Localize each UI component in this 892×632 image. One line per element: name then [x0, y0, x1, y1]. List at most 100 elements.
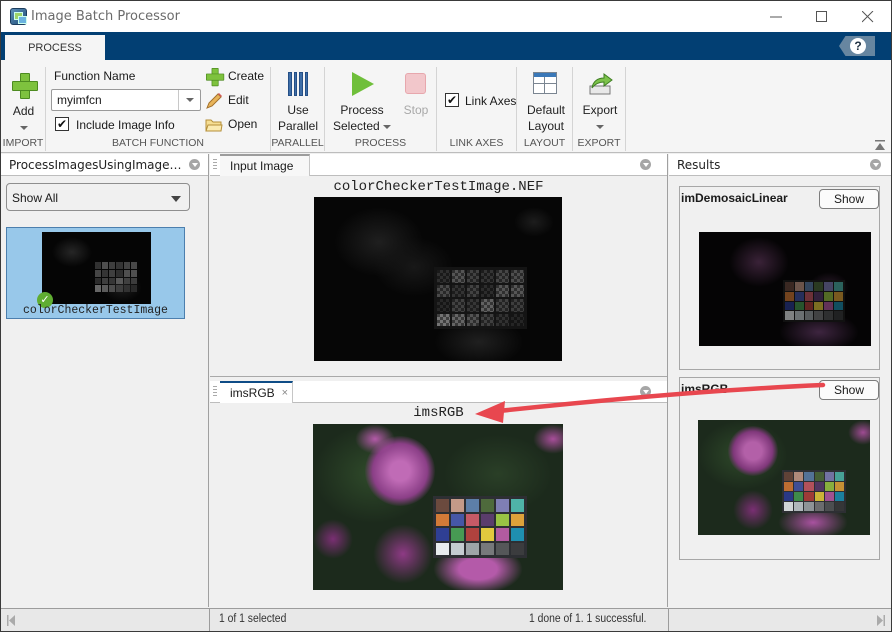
checker-patch: [784, 502, 794, 511]
export-icon: [589, 73, 613, 95]
filter-value: Show All: [12, 191, 59, 205]
group-import: Add IMPORT: [1, 67, 46, 151]
close-button[interactable]: [845, 1, 891, 32]
default-layout-label-2: Layout: [527, 119, 565, 133]
checker-patch: [102, 285, 109, 292]
first-page-icon[interactable]: [7, 615, 15, 626]
checker-patch: [436, 528, 449, 541]
pane-menu-icon[interactable]: [640, 159, 651, 170]
checker-patch: [804, 291, 814, 301]
tab-process[interactable]: PROCESS: [5, 35, 105, 61]
process-selected-button[interactable]: Process Selected: [329, 102, 395, 134]
checker-patch: [466, 528, 479, 541]
minimize-button[interactable]: [753, 1, 799, 32]
checker-patch: [451, 313, 465, 326]
create-plus-icon: [206, 68, 225, 87]
function-name-dropdown[interactable]: [178, 90, 200, 110]
stop-button[interactable]: Stop: [399, 102, 433, 118]
checker-patch: [784, 482, 794, 491]
tab-input-image[interactable]: Input Image: [220, 154, 310, 176]
drag-handle-icon[interactable]: [213, 386, 217, 397]
checker-patch: [437, 299, 450, 312]
function-name-combobox[interactable]: myimfcn: [51, 89, 201, 111]
tab-imsrgb[interactable]: imsRGB ×: [220, 381, 293, 403]
checker-patch: [814, 291, 824, 301]
checker-patch: [95, 269, 102, 277]
checker-patch: [451, 270, 465, 283]
checker-patch: [481, 542, 494, 555]
image-thumbnail-item[interactable]: ✓ colorCheckerTestImage: [6, 227, 185, 319]
chevron-down-icon: [19, 125, 28, 130]
layout-icon-divider: [533, 83, 557, 84]
checker-patch: [437, 313, 450, 326]
checker-patch: [804, 472, 814, 481]
create-button[interactable]: Create: [205, 68, 267, 87]
input-image[interactable]: [314, 197, 562, 361]
collapse-ribbon-icon[interactable]: [875, 140, 885, 150]
export-button[interactable]: Export: [575, 102, 625, 134]
checker-patch: [834, 472, 844, 481]
thumbnail-image: [42, 232, 151, 304]
stop-icon: [405, 73, 426, 94]
help-button[interactable]: ?: [839, 36, 875, 56]
pane-menu-icon[interactable]: [640, 386, 651, 397]
checker-patch: [511, 528, 524, 541]
edit-button[interactable]: Edit: [205, 92, 267, 110]
process-label-2: Selected: [332, 119, 380, 133]
checker-patch: [496, 528, 509, 541]
default-layout-button[interactable]: Default Layout: [519, 102, 573, 134]
close-icon: [862, 10, 874, 22]
imsrgb-tabbar: imsRGB ×: [210, 381, 667, 403]
checker-patch: [130, 262, 137, 269]
checker-patch: [785, 282, 794, 291]
checker-patch: [814, 301, 824, 311]
checker-patch: [794, 492, 804, 501]
open-button[interactable]: Open: [205, 116, 267, 134]
use-parallel-button[interactable]: Use Parallel: [273, 102, 323, 134]
checker-patch: [109, 285, 116, 292]
panel-menu-icon[interactable]: [870, 159, 881, 170]
imsrgb-image[interactable]: [313, 424, 563, 590]
checker-patch: [116, 285, 123, 292]
checker-patch: [496, 313, 510, 326]
checker-patch: [804, 311, 814, 320]
checker-patch: [784, 472, 794, 481]
chevron-down-icon: [185, 98, 194, 102]
minimize-icon: [770, 16, 782, 17]
drag-handle-icon[interactable]: [213, 159, 217, 170]
result-item-imsrgb: imsRGB Show: [679, 377, 880, 560]
export-label: Export: [582, 103, 618, 117]
include-image-info-label: Include Image Info: [76, 118, 175, 132]
result-thumbnail: [699, 232, 871, 346]
panel-menu-icon[interactable]: [189, 159, 200, 170]
checker-patch: [481, 499, 494, 512]
maximize-button[interactable]: [799, 1, 845, 32]
show-button[interactable]: Show: [819, 189, 879, 209]
pencil-icon: [206, 93, 222, 109]
chevron-down-icon: [383, 124, 392, 129]
checker-patch: [814, 492, 824, 501]
checker-patch: [116, 269, 123, 277]
last-page-icon[interactable]: [877, 615, 885, 626]
add-button[interactable]: Add: [1, 71, 46, 133]
checker-patch: [481, 513, 494, 526]
result-item-imdemosaiclinear: imDemosaicLinear Show: [679, 186, 880, 370]
checker-patch: [814, 482, 824, 491]
checker-patch: [496, 542, 509, 555]
checker-patch: [834, 282, 843, 291]
close-tab-icon[interactable]: ×: [282, 387, 288, 399]
checker-patch: [109, 277, 116, 285]
checker-patch: [804, 502, 814, 511]
checker-patch: [511, 270, 524, 283]
include-image-info-checkbox[interactable]: ✔: [55, 117, 69, 131]
link-axes-checkbox[interactable]: ✔: [445, 93, 459, 107]
checker-patch: [451, 542, 464, 555]
pane-divider[interactable]: [210, 376, 667, 377]
show-button[interactable]: Show: [819, 380, 879, 400]
checker-patch: [102, 277, 109, 285]
checker-patch: [451, 299, 465, 312]
checker-patch: [109, 262, 116, 269]
filter-dropdown[interactable]: Show All: [6, 183, 190, 211]
checker-patch: [496, 513, 509, 526]
checker-patch: [814, 282, 824, 291]
